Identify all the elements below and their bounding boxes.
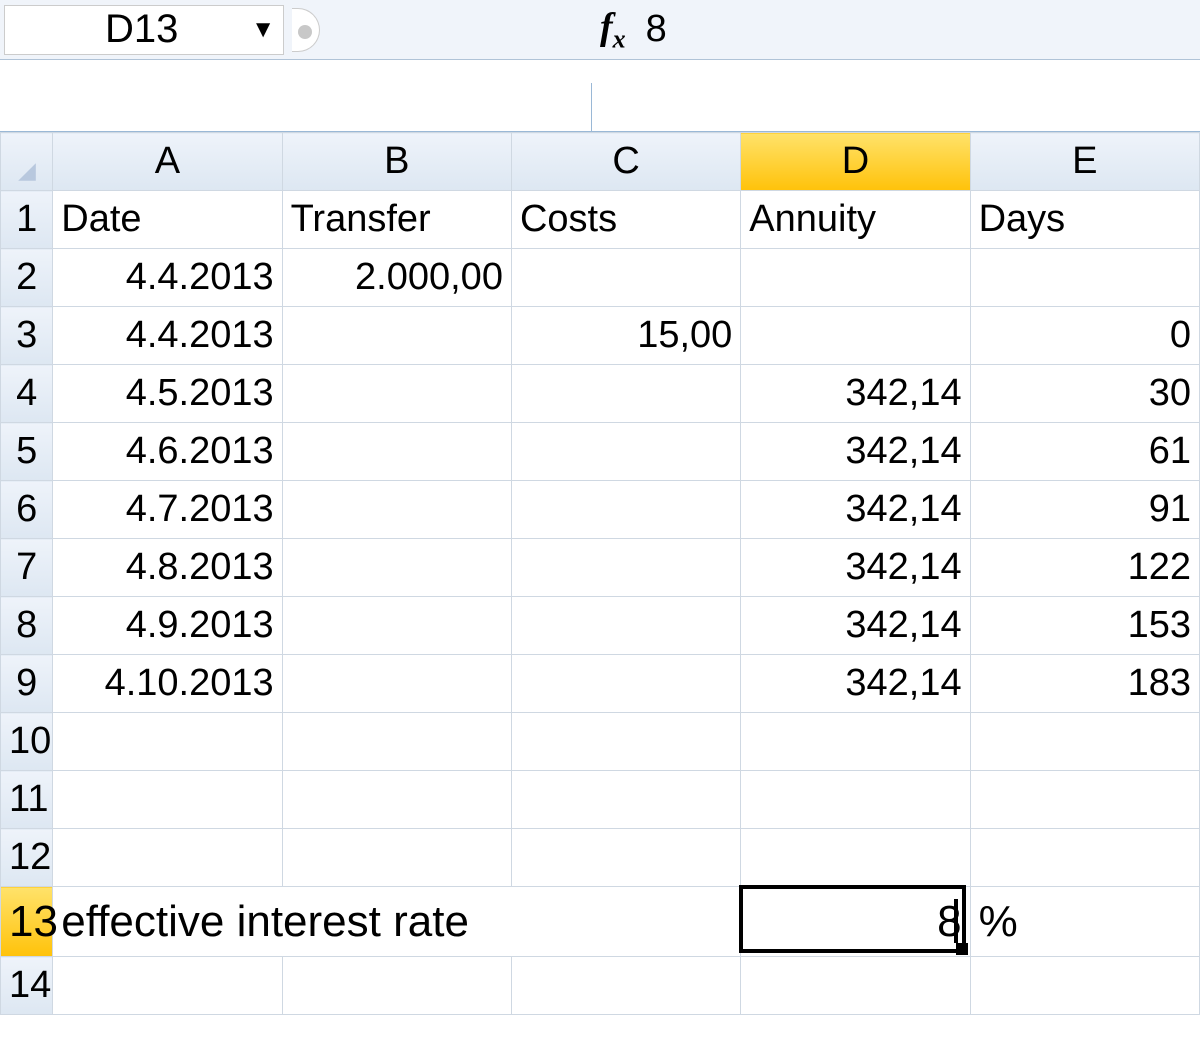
cell-a4[interactable]: 4.5.2013 bbox=[53, 365, 282, 423]
cell-d9[interactable]: 342,14 bbox=[741, 655, 970, 713]
cell-e10[interactable] bbox=[970, 713, 1199, 771]
cell-d11[interactable] bbox=[741, 771, 970, 829]
row-header-4[interactable]: 4 bbox=[1, 365, 53, 423]
cell-b12[interactable] bbox=[282, 829, 511, 887]
cell-a11[interactable] bbox=[53, 771, 282, 829]
row-header-13[interactable]: 13 bbox=[1, 887, 53, 957]
cell-c4[interactable] bbox=[511, 365, 740, 423]
cell-e13[interactable]: % bbox=[970, 887, 1199, 957]
cell-e7[interactable]: 122 bbox=[970, 539, 1199, 597]
cell-c3[interactable]: 15,00 bbox=[511, 307, 740, 365]
cell-b3[interactable] bbox=[282, 307, 511, 365]
col-header-e[interactable]: E bbox=[970, 133, 1199, 191]
cell-d10[interactable] bbox=[741, 713, 970, 771]
cell-c12[interactable] bbox=[511, 829, 740, 887]
row-header-2[interactable]: 2 bbox=[1, 249, 53, 307]
row-header-11[interactable]: 11 bbox=[1, 771, 53, 829]
cell-c11[interactable] bbox=[511, 771, 740, 829]
name-box-value: D13 bbox=[105, 7, 178, 52]
row-header-10[interactable]: 10 bbox=[1, 713, 53, 771]
cell-e3[interactable]: 0 bbox=[970, 307, 1199, 365]
cell-d3[interactable] bbox=[741, 307, 970, 365]
cell-d6[interactable]: 342,14 bbox=[741, 481, 970, 539]
ribbon-gap bbox=[0, 60, 1200, 132]
col-header-c[interactable]: C bbox=[511, 133, 740, 191]
cell-a13[interactable]: effective interest rate bbox=[53, 887, 741, 957]
cell-b5[interactable] bbox=[282, 423, 511, 481]
fx-icon[interactable]: fx bbox=[600, 5, 626, 55]
row-header-3[interactable]: 3 bbox=[1, 307, 53, 365]
cell-a2[interactable]: 4.4.2013 bbox=[53, 249, 282, 307]
cell-c10[interactable] bbox=[511, 713, 740, 771]
cell-d8[interactable]: 342,14 bbox=[741, 597, 970, 655]
col-header-d[interactable]: D bbox=[741, 133, 970, 191]
cell-d7[interactable]: 342,14 bbox=[741, 539, 970, 597]
cell-a3[interactable]: 4.4.2013 bbox=[53, 307, 282, 365]
cell-b4[interactable] bbox=[282, 365, 511, 423]
cell-c6[interactable] bbox=[511, 481, 740, 539]
cell-e5[interactable]: 61 bbox=[970, 423, 1199, 481]
name-box-edge bbox=[292, 8, 320, 52]
select-all-corner[interactable] bbox=[1, 133, 53, 191]
cell-b11[interactable] bbox=[282, 771, 511, 829]
cell-c9[interactable] bbox=[511, 655, 740, 713]
row-header-1[interactable]: 1 bbox=[1, 191, 53, 249]
cell-b7[interactable] bbox=[282, 539, 511, 597]
edit-caret bbox=[954, 899, 958, 943]
row-header-9[interactable]: 9 bbox=[1, 655, 53, 713]
cell-c5[interactable] bbox=[511, 423, 740, 481]
formula-value[interactable]: 8 bbox=[646, 8, 667, 51]
cell-c1[interactable]: Costs bbox=[511, 191, 740, 249]
cell-e14[interactable] bbox=[970, 957, 1199, 1015]
cell-a1[interactable]: Date bbox=[53, 191, 282, 249]
chevron-down-icon[interactable]: ▼ bbox=[251, 16, 275, 44]
cell-b9[interactable] bbox=[282, 655, 511, 713]
cell-a7[interactable]: 4.8.2013 bbox=[53, 539, 282, 597]
cell-e12[interactable] bbox=[970, 829, 1199, 887]
spreadsheet-grid[interactable]: A B C D E 1 Date Transfer Costs Annuity … bbox=[0, 132, 1200, 1015]
row-header-7[interactable]: 7 bbox=[1, 539, 53, 597]
cell-a6[interactable]: 4.7.2013 bbox=[53, 481, 282, 539]
cell-d4[interactable]: 342,14 bbox=[741, 365, 970, 423]
cell-b2[interactable]: 2.000,00 bbox=[282, 249, 511, 307]
cell-a9[interactable]: 4.10.2013 bbox=[53, 655, 282, 713]
grid-wrap: A B C D E 1 Date Transfer Costs Annuity … bbox=[0, 132, 1200, 1015]
cell-b14[interactable] bbox=[282, 957, 511, 1015]
cell-c8[interactable] bbox=[511, 597, 740, 655]
cell-d13[interactable]: 8 bbox=[741, 887, 970, 957]
formula-bar: D13 ▼ fx 8 bbox=[0, 0, 1200, 60]
cell-e6[interactable]: 91 bbox=[970, 481, 1199, 539]
cell-e2[interactable] bbox=[970, 249, 1199, 307]
cell-c7[interactable] bbox=[511, 539, 740, 597]
cell-c2[interactable] bbox=[511, 249, 740, 307]
cell-c14[interactable] bbox=[511, 957, 740, 1015]
cell-a14[interactable] bbox=[53, 957, 282, 1015]
cell-e11[interactable] bbox=[970, 771, 1199, 829]
cell-e8[interactable]: 153 bbox=[970, 597, 1199, 655]
cell-a12[interactable] bbox=[53, 829, 282, 887]
cell-b10[interactable] bbox=[282, 713, 511, 771]
cell-a8[interactable]: 4.9.2013 bbox=[53, 597, 282, 655]
row-header-6[interactable]: 6 bbox=[1, 481, 53, 539]
cell-d1[interactable]: Annuity bbox=[741, 191, 970, 249]
row-header-5[interactable]: 5 bbox=[1, 423, 53, 481]
cell-a5[interactable]: 4.6.2013 bbox=[53, 423, 282, 481]
cell-a10[interactable] bbox=[53, 713, 282, 771]
cell-e4[interactable]: 30 bbox=[970, 365, 1199, 423]
name-box[interactable]: D13 ▼ bbox=[4, 5, 284, 55]
cell-e1[interactable]: Days bbox=[970, 191, 1199, 249]
col-header-a[interactable]: A bbox=[53, 133, 282, 191]
cell-d14[interactable] bbox=[741, 957, 970, 1015]
cell-b8[interactable] bbox=[282, 597, 511, 655]
cell-d2[interactable] bbox=[741, 249, 970, 307]
cell-d5[interactable]: 342,14 bbox=[741, 423, 970, 481]
cell-b1[interactable]: Transfer bbox=[282, 191, 511, 249]
cell-e9[interactable]: 183 bbox=[970, 655, 1199, 713]
row-header-8[interactable]: 8 bbox=[1, 597, 53, 655]
cell-b6[interactable] bbox=[282, 481, 511, 539]
col-header-b[interactable]: B bbox=[282, 133, 511, 191]
row-header-14[interactable]: 14 bbox=[1, 957, 53, 1015]
row-header-12[interactable]: 12 bbox=[1, 829, 53, 887]
cell-d12[interactable] bbox=[741, 829, 970, 887]
